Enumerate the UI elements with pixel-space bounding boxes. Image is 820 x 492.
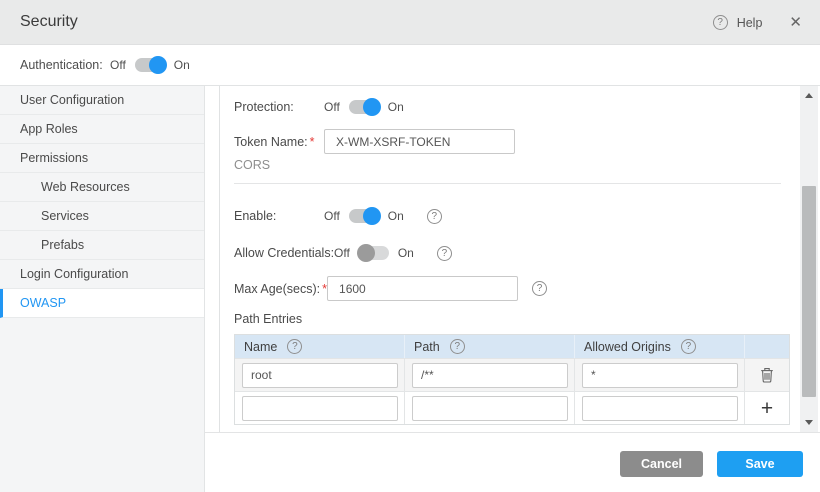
sidebar-item-prefabs[interactable]: Prefabs bbox=[0, 231, 204, 260]
table-row-new: + bbox=[235, 391, 789, 424]
allow-credentials-row: Allow Credentials: Off On ? bbox=[234, 239, 452, 267]
protection-toggle[interactable] bbox=[349, 100, 379, 114]
allow-credentials-toggle-group: Off On ? bbox=[334, 246, 452, 261]
security-dialog: Security ? Help ✕ Authentication: Off On… bbox=[0, 0, 820, 492]
authentication-toggle[interactable] bbox=[135, 58, 165, 72]
header-actions: ? Help ✕ bbox=[713, 0, 802, 45]
protection-off-label: Off bbox=[324, 100, 340, 114]
sidebar-item-user-configuration[interactable]: User Configuration bbox=[0, 86, 204, 115]
allow-credentials-label: Allow Credentials: bbox=[234, 246, 334, 260]
enable-off-label: Off bbox=[324, 209, 340, 223]
close-icon[interactable]: ✕ bbox=[789, 15, 802, 30]
token-name-label: Token Name:* bbox=[234, 135, 324, 149]
save-button[interactable]: Save bbox=[717, 451, 803, 477]
max-age-input[interactable] bbox=[327, 276, 518, 301]
cors-divider bbox=[234, 183, 781, 184]
help-icon[interactable]: ? bbox=[713, 15, 728, 30]
table-row bbox=[235, 358, 789, 391]
sidebar-item-owasp[interactable]: OWASP bbox=[0, 289, 204, 318]
scroll-up-arrow[interactable] bbox=[800, 88, 818, 102]
enable-toggle-group: Off On ? bbox=[324, 209, 442, 224]
cors-section-heading: CORS bbox=[234, 158, 270, 172]
path-entries-header: Name? Path? Allowed Origins? bbox=[235, 335, 789, 358]
allowed-origins-help-icon[interactable]: ? bbox=[681, 339, 696, 354]
toggle-knob bbox=[149, 56, 167, 74]
authentication-bar: Authentication: Off On bbox=[0, 45, 820, 86]
toggle-knob bbox=[363, 98, 381, 116]
scrollbar-thumb[interactable] bbox=[802, 186, 816, 397]
row1-path-input[interactable] bbox=[412, 363, 568, 388]
protection-label: Protection: bbox=[234, 100, 324, 114]
row1-allowed-origins-input[interactable] bbox=[582, 363, 738, 388]
trash-icon bbox=[760, 367, 774, 383]
sidebar-item-permissions[interactable]: Permissions bbox=[0, 144, 204, 173]
path-entries-label: Path Entries bbox=[234, 312, 302, 326]
enable-help-icon[interactable]: ? bbox=[427, 209, 442, 224]
allow-credentials-toggle[interactable] bbox=[359, 246, 389, 260]
allow-credentials-off-label: Off bbox=[334, 246, 350, 260]
page-title: Security bbox=[20, 13, 78, 31]
authentication-label: Authentication: bbox=[20, 58, 110, 72]
column-header-allowed-origins: Allowed Origins? bbox=[575, 335, 745, 358]
new-path-input[interactable] bbox=[412, 396, 568, 421]
help-link[interactable]: Help bbox=[737, 16, 763, 30]
enable-on-label: On bbox=[388, 209, 404, 223]
authentication-off-label: Off bbox=[110, 58, 126, 72]
row1-name-input[interactable] bbox=[242, 363, 398, 388]
toggle-knob bbox=[363, 207, 381, 225]
enable-toggle[interactable] bbox=[349, 209, 379, 223]
token-name-input[interactable] bbox=[324, 129, 515, 154]
protection-row: Protection: Off On bbox=[234, 93, 404, 121]
vertical-scrollbar[interactable] bbox=[800, 86, 818, 432]
column-header-actions bbox=[745, 335, 789, 358]
toggle-knob bbox=[357, 244, 375, 262]
add-row-button[interactable]: + bbox=[761, 398, 773, 419]
sidebar-item-web-resources[interactable]: Web Resources bbox=[0, 173, 204, 202]
name-help-icon[interactable]: ? bbox=[287, 339, 302, 354]
allow-credentials-help-icon[interactable]: ? bbox=[437, 246, 452, 261]
path-entries-table: Name? Path? Allowed Origins? bbox=[234, 334, 790, 425]
owasp-settings-panel: Protection: Off On Token Name:* CORS Ena… bbox=[219, 86, 800, 432]
sidebar: User Configuration App Roles Permissions… bbox=[0, 86, 205, 492]
token-name-row: Token Name:* bbox=[234, 128, 515, 155]
sidebar-item-app-roles[interactable]: App Roles bbox=[0, 115, 204, 144]
column-header-path: Path? bbox=[405, 335, 575, 358]
new-allowed-origins-input[interactable] bbox=[582, 396, 738, 421]
enable-label: Enable: bbox=[234, 209, 324, 223]
sidebar-item-login-configuration[interactable]: Login Configuration bbox=[0, 260, 204, 289]
delete-row-button[interactable] bbox=[760, 367, 774, 383]
max-age-row: Max Age(secs):* ? bbox=[234, 275, 547, 302]
max-age-help-icon[interactable]: ? bbox=[532, 281, 547, 296]
cancel-button[interactable]: Cancel bbox=[620, 451, 703, 477]
column-header-name: Name? bbox=[235, 335, 405, 358]
authentication-toggle-group: Off On bbox=[110, 58, 190, 72]
authentication-on-label: On bbox=[174, 58, 190, 72]
plus-icon: + bbox=[761, 398, 773, 419]
scroll-down-arrow[interactable] bbox=[800, 416, 818, 430]
path-help-icon[interactable]: ? bbox=[450, 339, 465, 354]
protection-toggle-group: Off On bbox=[324, 100, 404, 114]
dialog-footer: Cancel Save bbox=[205, 432, 820, 492]
required-mark: * bbox=[310, 135, 315, 149]
new-name-input[interactable] bbox=[242, 396, 398, 421]
allow-credentials-on-label: On bbox=[398, 246, 414, 260]
dialog-header: Security ? Help ✕ bbox=[0, 0, 820, 45]
sidebar-item-services[interactable]: Services bbox=[0, 202, 204, 231]
protection-on-label: On bbox=[388, 100, 404, 114]
cors-enable-row: Enable: Off On ? bbox=[234, 202, 442, 230]
max-age-label: Max Age(secs):* bbox=[234, 282, 327, 296]
